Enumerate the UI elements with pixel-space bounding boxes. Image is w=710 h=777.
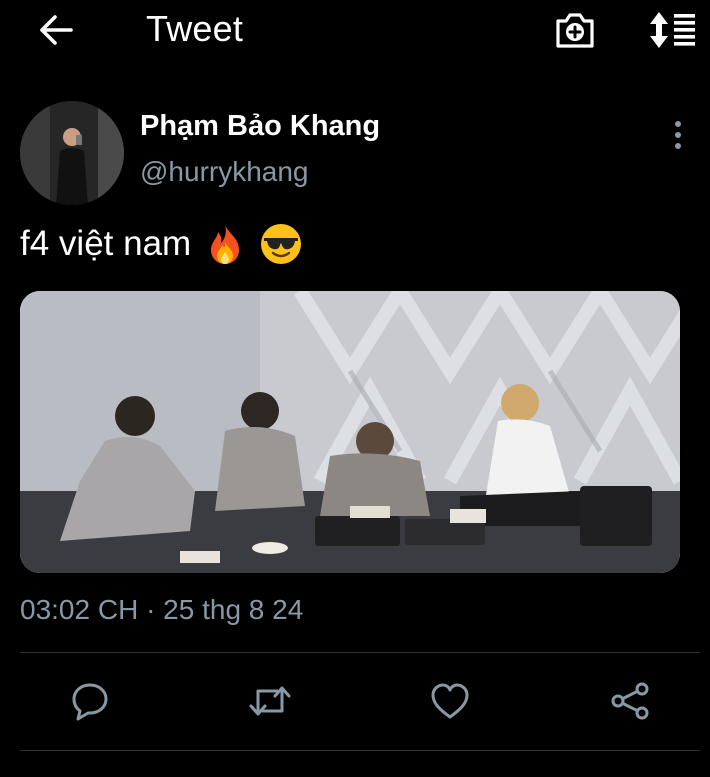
tweet-text: f4 việt nam [20,222,303,266]
display-name[interactable]: Phạm Bảo Khang [140,110,380,143]
camera-add-icon [556,13,594,48]
like-button[interactable] [428,680,472,722]
heart-icon [431,683,469,719]
user-handle[interactable]: @hurrykhang [140,156,309,188]
share-icon [611,682,649,720]
arrow-left-icon [40,15,73,45]
more-options-button[interactable] [664,118,692,152]
share-button[interactable] [608,680,652,722]
tweet-timestamp[interactable]: 03:02 CH · 25 thg 8 24 [20,594,303,626]
page-title: Tweet [146,8,244,49]
more-vertical-icon [675,121,681,149]
retweet-button[interactable] [248,680,292,722]
avatar[interactable] [20,101,124,205]
sort-list-icon [650,12,695,48]
divider [20,652,700,653]
top-bar: Tweet [0,0,710,62]
reply-button[interactable] [68,680,112,722]
camera-button[interactable] [552,8,598,52]
sort-button[interactable] [646,8,698,52]
photo-image [20,291,680,573]
reply-icon [72,683,108,721]
retweet-icon [249,686,291,716]
back-button[interactable] [34,10,78,50]
tweet-body: f4 việt nam [20,224,192,263]
fire-emoji-icon [211,225,240,264]
tweet-photo[interactable] [20,291,680,573]
divider-bottom [20,750,700,751]
avatar-image [20,101,124,205]
sunglasses-emoji-icon [261,224,302,264]
